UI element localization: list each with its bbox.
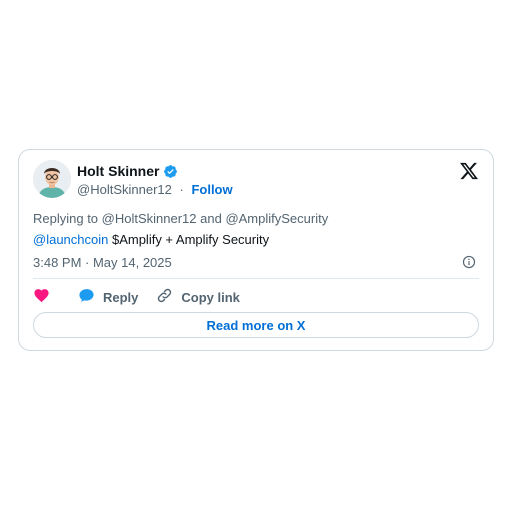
divider (33, 278, 479, 279)
reply-label: Reply (103, 289, 139, 305)
heart-icon (33, 287, 50, 307)
author-handle[interactable]: @HoltSkinner12 (77, 182, 172, 197)
author-handle-row: @HoltSkinner12 · Follow (77, 182, 233, 197)
author-name[interactable]: Holt Skinner (77, 163, 159, 179)
follow-button[interactable]: Follow (191, 182, 232, 197)
reply-button[interactable]: Reply (78, 287, 138, 307)
like-button[interactable] (33, 287, 58, 307)
replying-to-line: Replying to @HoltSkinner12 and @AmplifyS… (33, 211, 328, 226)
copy-link-label: Copy link (181, 289, 240, 305)
info-icon[interactable] (462, 255, 476, 269)
avatar[interactable] (33, 160, 71, 198)
timestamp[interactable]: 3:48 PM · May 14, 2025 (33, 255, 172, 270)
link-icon (156, 287, 173, 307)
action-bar: Reply Copy link (33, 287, 240, 307)
tweet-card: Holt Skinner @HoltSkinner12 · Follow Rep… (18, 149, 494, 351)
replying-prefix: Replying to (33, 211, 102, 226)
tweet-text: @launchcoin $Amplify + Amplify Security (33, 232, 269, 247)
replying-and: and (196, 211, 226, 226)
mention-link[interactable]: @launchcoin (33, 232, 108, 247)
handle-separator: · (179, 182, 184, 197)
tweet-text-rest: $Amplify + Amplify Security (108, 232, 270, 247)
author-name-row: Holt Skinner (77, 163, 178, 179)
replying-user-1[interactable]: @HoltSkinner12 (102, 211, 197, 226)
avatar-image (33, 160, 71, 198)
x-logo-icon[interactable] (459, 161, 479, 181)
verified-badge-icon (163, 164, 178, 179)
copy-link-button[interactable]: Copy link (156, 287, 240, 307)
read-more-button[interactable]: Read more on X (33, 312, 479, 338)
reply-bubble-icon (78, 287, 95, 307)
replying-user-2[interactable]: @AmplifySecurity (225, 211, 328, 226)
